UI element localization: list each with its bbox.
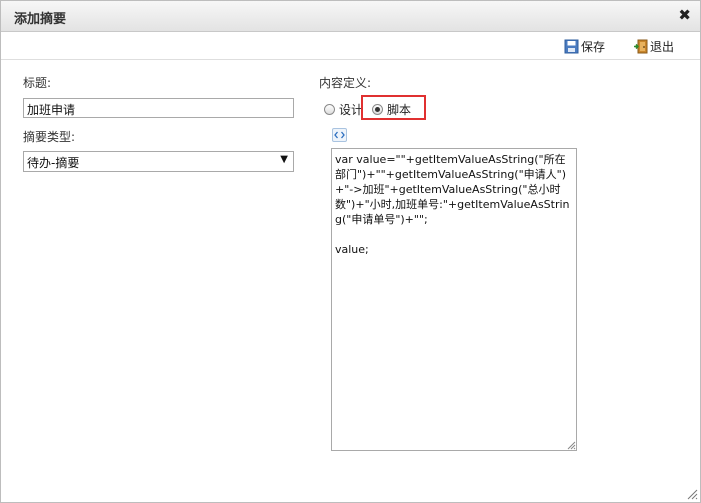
title-field-label: 标题: bbox=[23, 76, 52, 90]
chevron-down-icon: ▼ bbox=[280, 154, 288, 165]
toolbar: 保存 退出 bbox=[1, 32, 700, 60]
code-editor-icon[interactable] bbox=[332, 128, 347, 142]
add-summary-dialog: 添加摘要 ✖ 保存 退出 标题: 加班申请 摘要类型: 待办-摘要 ▼ 内容定义… bbox=[0, 0, 701, 503]
radio-design[interactable]: 设计 bbox=[324, 101, 363, 118]
title-input[interactable]: 加班申请 bbox=[23, 98, 294, 118]
exit-button[interactable]: 退出 bbox=[633, 37, 674, 55]
content-definition-label: 内容定义: bbox=[319, 76, 372, 90]
save-button[interactable]: 保存 bbox=[564, 37, 605, 55]
save-label: 保存 bbox=[581, 39, 606, 54]
radio-design-label: 设计 bbox=[339, 103, 364, 117]
exit-door-icon bbox=[633, 39, 648, 54]
radio-script-label: 脚本 bbox=[387, 103, 412, 117]
radio-design-circle[interactable] bbox=[324, 104, 335, 115]
summary-type-label: 摘要类型: bbox=[23, 130, 76, 144]
script-textarea[interactable]: var value=""+getItemValueAsString("所在部门"… bbox=[331, 148, 577, 451]
radio-script-circle[interactable] bbox=[372, 104, 383, 115]
summary-type-select[interactable]: 待办-摘要 ▼ bbox=[23, 151, 294, 172]
summary-type-selected: 待办-摘要 bbox=[27, 156, 80, 170]
dialog-titlebar[interactable]: 添加摘要 ✖ bbox=[1, 1, 700, 32]
exit-label: 退出 bbox=[650, 39, 675, 54]
radio-script[interactable]: 脚本 bbox=[372, 101, 411, 118]
close-icon[interactable]: ✖ bbox=[678, 7, 691, 23]
dialog-resize-grip[interactable] bbox=[687, 489, 698, 500]
dialog-title: 添加摘要 bbox=[14, 12, 67, 27]
save-disk-icon bbox=[564, 39, 579, 54]
textarea-resize-grip[interactable] bbox=[567, 441, 576, 450]
